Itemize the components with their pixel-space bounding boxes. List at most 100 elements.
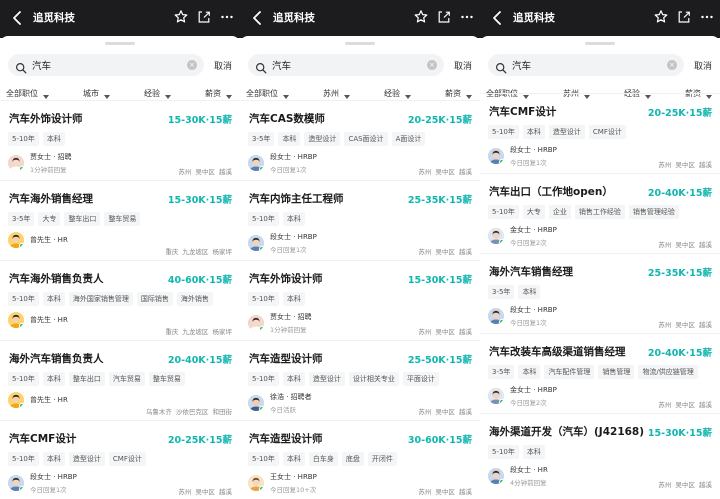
job-salary: 20-25K·15薪 (407, 115, 472, 126)
avatar (8, 312, 24, 328)
job-card[interactable]: 汽车海外销售经理 15-30K·15薪 3-5年 大专 整车出口 整车贸易 曾先生 · H… (0, 180, 240, 260)
search-row: 汽车 × 取消 (488, 54, 712, 76)
more-icon[interactable] (700, 9, 714, 25)
job-card[interactable]: 汽车改装车高级渠道销售经理 20-40K·15薪 3-5年 本科 汽车配件管理 销售管理物… (480, 333, 720, 413)
job-tag: 5-10年 (8, 452, 39, 466)
filter-dropdown[interactable]: 城市 (83, 88, 110, 99)
clear-icon[interactable]: × (666, 60, 677, 70)
filter-label: 薪资 (445, 89, 461, 98)
share-icon[interactable] (437, 9, 451, 25)
job-card[interactable]: 汽车海外销售负责人 40-60K·15薪 5-10年 本科 海外国家销售管理 国际销售 海外… (0, 260, 240, 340)
job-salary: 20-25K·15薪 (647, 108, 712, 119)
star-icon[interactable] (414, 9, 428, 25)
recruiter-info: 段女士 · HRBP 今日回复1次 (270, 152, 317, 174)
job-tag: 5-10年 (8, 132, 39, 146)
recruiter-status: 今日回复1次 (30, 486, 67, 494)
search-input[interactable]: 汽车 × (8, 54, 204, 76)
filter-label: 苏州 (323, 89, 339, 98)
job-tag: 5-10年 (248, 452, 279, 466)
filter-dropdown[interactable]: 全部职位 (246, 88, 289, 99)
filter-dropdown[interactable]: 薪资 (445, 88, 472, 99)
cancel-button[interactable]: 取消 (454, 59, 472, 72)
job-tag: 白车身 (308, 452, 338, 466)
share-icon[interactable] (197, 9, 211, 25)
star-icon[interactable] (654, 9, 668, 25)
more-icon[interactable] (220, 9, 234, 25)
clear-icon[interactable]: × (186, 60, 197, 70)
star-icon[interactable] (174, 9, 188, 25)
back-icon[interactable] (490, 9, 506, 27)
job-location: 苏州 吴中区 越溪 (658, 401, 712, 409)
search-input[interactable]: 汽车 × (488, 54, 684, 76)
recruiter-name: 贾女士 · 招聘 (30, 153, 72, 161)
job-card[interactable]: 汽车CAS数模师 20-25K·15薪 3-5年 本科 造型设计 CAS面设计 A面设计 段… (240, 100, 480, 180)
job-card[interactable]: 海外渠道开发（汽车）(J42168) 15-30K·15薪 5-10年 本科 段女士 … (480, 413, 720, 493)
recruiter: 段女士 · HRBP 今日回复1次 (488, 305, 557, 327)
recruiter: 段女士 · HR 4分钟前回复 (488, 465, 548, 487)
app-root: 追觅科技 汽车 × 取消 全部职位 城市 经验 薪资 汽车外饰设计师 15-30K·15薪 5-10… (0, 0, 720, 499)
job-salary: 15-30K·15薪 (647, 428, 712, 439)
job-tag: 5-10年 (488, 445, 519, 459)
filter-dropdown[interactable]: 苏州 (323, 88, 350, 99)
job-location: 重庆 九龙坡区 杨家坪 (165, 248, 232, 256)
job-card[interactable]: 汽车造型设计师 25-50K·15薪 5-10年 本科 造型设计 设计相关专业 平面设计 徐… (240, 340, 480, 420)
recruiter: 段女士 · HRBP 今日回复1次 (248, 152, 317, 174)
filter-dropdown[interactable]: 经验 (384, 88, 411, 99)
job-tag: 销售管理 (598, 365, 635, 379)
sheet-handle[interactable] (345, 42, 375, 45)
job-card[interactable]: 汽车内饰主任工程师 25-35K·15薪 5-10年 本科 段女士 · HRBP 今日回… (240, 180, 480, 260)
recruiter-name: 贾女士 · 招聘 (270, 313, 312, 321)
job-tag: 底盘 (341, 452, 364, 466)
clear-icon[interactable]: × (426, 60, 437, 70)
job-tag: 本科 (522, 445, 545, 459)
cancel-button[interactable]: 取消 (214, 59, 232, 72)
avatar (8, 392, 24, 408)
job-tag: 造型设计 (548, 125, 585, 139)
filter-dropdown[interactable]: 经验 (144, 88, 171, 99)
online-dot (19, 486, 24, 491)
job-tag: 本科 (282, 372, 305, 386)
filter-dropdown[interactable]: 薪资 (205, 88, 232, 99)
filter-dropdown[interactable]: 全部职位 (6, 88, 49, 99)
job-tags: 5-10年 本科 造型设计 设计相关专业 平面设计 (248, 372, 439, 386)
job-card[interactable]: 汽车外饰设计师 15-30K·15薪 5-10年 本科 贾女士 · 招聘 1分钟前回复 苏… (0, 100, 240, 180)
job-tags: 5-10年 本科 造型设计 CMF设计 (488, 125, 626, 139)
job-card[interactable]: 汽车外饰设计师 15-30K·15薪 5-10年 本科 贾女士 · 招聘 1分钟前回复 苏… (240, 260, 480, 340)
recruiter-info: 金女士 · HRBP 今日回复2次 (510, 225, 557, 247)
job-title: 海外渠道开发（汽车）(J42168) (489, 426, 645, 438)
recruiter-info: 贾女士 · 招聘 1分钟前回复 (270, 312, 312, 334)
job-list: 汽车CAS数模师 20-25K·15薪 3-5年 本科 造型设计 CAS面设计 A面设计 段… (240, 100, 480, 499)
job-tag: 3-5年 (488, 365, 515, 379)
avatar (248, 475, 264, 491)
avatar (248, 235, 264, 251)
back-icon[interactable] (250, 9, 266, 27)
recruiter-name: 金女士 · HRBP (510, 226, 557, 234)
sheet-handle[interactable] (105, 42, 135, 45)
back-icon[interactable] (10, 9, 26, 27)
recruiter-name: 段女士 · HRBP (30, 473, 77, 481)
job-card[interactable]: 汽车出口（工作地open） 20-40K·15薪 5-10年 大专 企业 销售工作经验 销售… (480, 173, 720, 253)
share-icon[interactable] (677, 9, 691, 25)
job-tag: 造型设计 (308, 372, 345, 386)
job-card[interactable]: 海外汽车销售负责人 20-40K·15薪 5-10年 本科 整车出口 汽车贸易 整车贸易 曾… (0, 340, 240, 420)
job-location: 乌鲁木齐 沙依巴克区 和田街 (145, 408, 232, 416)
recruiter: 段女士 · HRBP 今日回复1次 (8, 472, 77, 494)
job-title: 汽车造型设计师 (249, 433, 323, 445)
job-list: 汽车外饰设计师 15-30K·15薪 5-10年 本科 贾女士 · 招聘 1分钟前回复苏… (0, 100, 240, 499)
cancel-button[interactable]: 取消 (694, 59, 712, 72)
job-tag: 汽车贸易 (108, 372, 145, 386)
job-tag: A面设计 (391, 132, 426, 146)
job-card[interactable]: 汽车CMF设计 20-25K·15薪 5-10年 本科 造型设计 CMF设计 段女士 · … (480, 93, 720, 173)
job-tag: 整车贸易 (148, 372, 185, 386)
job-tags: 5-10年 本科 造型设计 CMF设计 (8, 452, 146, 466)
job-card[interactable]: 汽车造型设计师 30-60K·15薪 5-10年 本科 白车身 底盘 开闭件 王女士 · H… (240, 420, 480, 499)
job-card[interactable]: 汽车CMF设计 20-25K·15薪 5-10年 本科 造型设计 CMF设计 段女士 · … (0, 420, 240, 499)
more-icon[interactable] (460, 9, 474, 25)
job-card[interactable]: 海外汽车销售经理 25-35K·15薪 3-5年 本科 段女士 · HRBP 今日回复1… (480, 253, 720, 333)
sheet-handle[interactable] (585, 42, 615, 45)
job-tag: 开闭件 (367, 452, 397, 466)
recruiter: 曾先生 · HR (8, 312, 68, 328)
job-tags: 5-10年 本科 白车身 底盘 开闭件 (248, 452, 397, 466)
filter-bar: 全部职位 城市 经验 薪资 (6, 88, 232, 99)
search-input[interactable]: 汽车 × (248, 54, 444, 76)
